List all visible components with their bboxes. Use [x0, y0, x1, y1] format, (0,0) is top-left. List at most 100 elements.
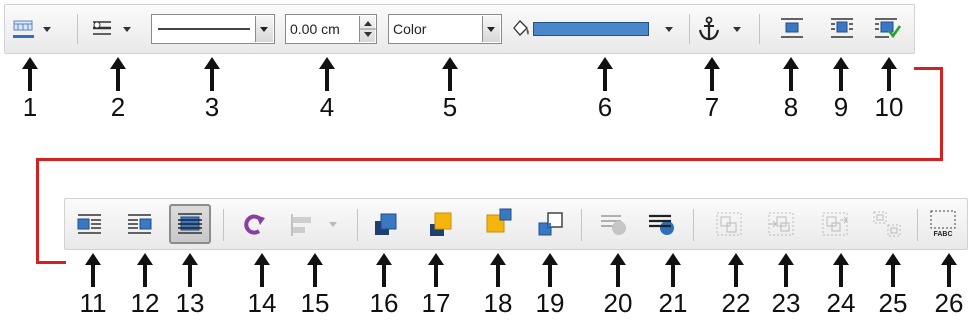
wrap-right-icon[interactable] [125, 210, 155, 240]
send-to-back-icon[interactable] [425, 208, 457, 240]
callout-arrow [85, 253, 101, 287]
callout-number: 7 [704, 92, 720, 122]
line-width-spin[interactable]: 0.00 cm [285, 14, 377, 44]
fill-color-icon [513, 20, 529, 36]
callout-number: 1 [22, 92, 38, 122]
callout-arrow [542, 253, 558, 287]
anchor-icon [698, 16, 720, 41]
callout-number: 9 [833, 92, 849, 122]
bring-to-front-icon[interactable] [371, 208, 403, 240]
separator [917, 209, 918, 241]
callout-number: 5 [442, 92, 458, 122]
separator [77, 14, 78, 44]
wrap-through-icon [178, 213, 202, 234]
callout-arrow [728, 253, 744, 287]
area-style-dropdown-button[interactable] [482, 16, 500, 42]
fill-color-swatch [533, 22, 649, 36]
separator [689, 14, 690, 44]
callout-number: 14 [247, 288, 277, 318]
callout-arrow [665, 253, 681, 287]
callout-arrow [778, 253, 794, 287]
bring-forward-icon[interactable] [483, 205, 515, 237]
page-wrap-icon[interactable] [827, 14, 857, 44]
line-preview [158, 28, 250, 30]
callout-arrow [376, 253, 392, 287]
chevron-down-icon[interactable] [329, 222, 337, 227]
wrap-left-icon[interactable] [75, 210, 105, 240]
callout-number: 25 [878, 288, 908, 318]
separator [223, 209, 224, 241]
anchor-button[interactable] [695, 15, 747, 43]
callout-arrow [319, 57, 335, 91]
callout-number: 13 [175, 288, 205, 318]
callout-number: 26 [934, 288, 964, 318]
spin-buttons[interactable] [359, 16, 376, 42]
line-width-value[interactable]: 0.00 cm [290, 21, 340, 37]
connector-line-left [36, 158, 39, 264]
callout-arrow [204, 57, 220, 91]
separator [759, 14, 760, 44]
callout-number: 17 [421, 288, 451, 318]
fill-color-button[interactable] [509, 15, 681, 43]
alignment-button[interactable] [287, 210, 347, 240]
callout-number: 19 [535, 288, 565, 318]
to-background-icon[interactable] [645, 208, 677, 240]
insert-caption-icon[interactable]: FABC [927, 208, 961, 240]
line-style-combo[interactable] [151, 14, 275, 44]
callout-arrow [254, 253, 270, 287]
callout-arrow [22, 57, 38, 91]
callout-number: 2 [110, 92, 126, 122]
callout-arrow [610, 253, 626, 287]
separator [581, 209, 582, 241]
callout-number: 18 [483, 288, 513, 318]
ungroup-icon[interactable] [871, 208, 903, 240]
connector-line-vertical [940, 67, 943, 161]
send-backward-icon[interactable] [535, 208, 567, 240]
chevron-down-icon[interactable] [43, 27, 51, 32]
border-style-icon [13, 20, 34, 38]
callout-arrow [110, 57, 126, 91]
chevron-down-icon[interactable] [665, 27, 673, 32]
callout-number: 20 [603, 288, 633, 318]
borders-button[interactable] [11, 15, 61, 43]
separator [357, 209, 358, 241]
callout-arrow [833, 253, 849, 287]
optimal-wrap-icon[interactable] [871, 14, 903, 44]
separator [693, 209, 694, 241]
callout-arrow [833, 57, 849, 91]
callout-arrow [137, 253, 153, 287]
callout-number: 15 [300, 288, 330, 318]
chevron-down-icon[interactable] [123, 27, 131, 32]
to-foreground-icon[interactable] [597, 208, 629, 240]
alignment-icon [291, 214, 311, 236]
callout-number: 11 [79, 288, 107, 318]
callout-arrow [490, 253, 506, 287]
exit-group-icon[interactable] [819, 208, 851, 240]
callout-number: 12 [130, 288, 160, 318]
wrap-through-button[interactable] [169, 204, 211, 244]
wrap-off-icon[interactable] [777, 14, 807, 44]
rotate-icon[interactable] [239, 210, 269, 240]
callout-arrow [941, 253, 957, 287]
callout-arrow [881, 57, 897, 91]
callout-arrow [704, 57, 720, 91]
callout-number: 24 [826, 288, 856, 318]
area-style-combo[interactable]: Color [388, 14, 502, 44]
spin-arrows-icon [360, 21, 376, 37]
line-style-button[interactable] [87, 15, 139, 43]
callout-number: 16 [369, 288, 399, 318]
frame-toolbar-row1: 0.00 cm Color [4, 4, 915, 54]
connector-line-middle [36, 158, 943, 161]
callout-arrow [597, 57, 613, 91]
area-style-value[interactable]: Color [393, 21, 426, 37]
line-combo-dropdown-button[interactable] [255, 16, 273, 42]
callout-arrow [182, 253, 198, 287]
callout-number: 22 [721, 288, 751, 318]
enter-group-icon[interactable] [765, 208, 797, 240]
callout-arrow [428, 253, 444, 287]
line-style-icon [93, 21, 111, 35]
chevron-down-icon[interactable] [733, 27, 741, 32]
callout-number: 8 [783, 92, 799, 122]
callout-number: 4 [319, 92, 335, 122]
group-icon[interactable] [713, 208, 745, 240]
